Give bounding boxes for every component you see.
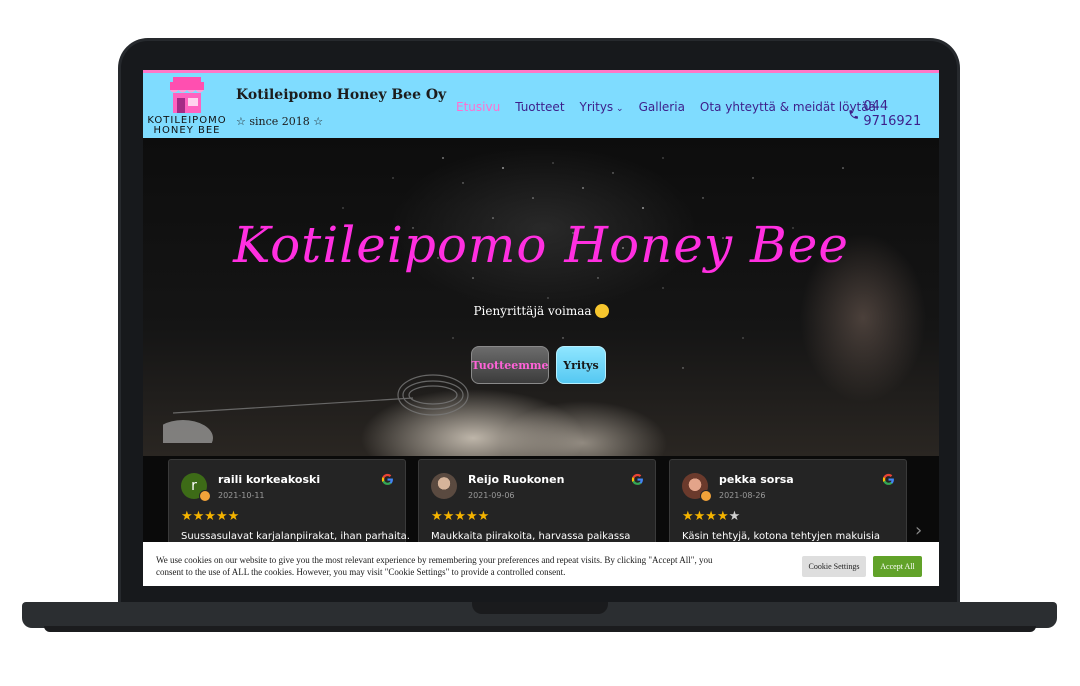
wink-emoji-icon	[594, 304, 609, 318]
phone-icon	[849, 109, 858, 119]
site-tagline: ☆ since 2018 ☆	[236, 115, 324, 128]
website-screen: KOTILEIPOMO HONEY BEE Kotileipomo Honey …	[143, 70, 939, 586]
nav-item-gallery[interactable]: Galleria	[639, 100, 685, 114]
phone-number: 044 9716921	[863, 99, 922, 129]
review-date: 2021-09-06	[468, 491, 515, 500]
chevron-right-icon[interactable]: ›	[915, 520, 922, 541]
logo-text: KOTILEIPOMO HONEY BEE	[147, 115, 227, 136]
review-text: Suussasulavat karjalanpiirakat, ihan par…	[181, 531, 410, 542]
reviewer-name: raili korkeakoski	[218, 473, 321, 486]
review-text: Käsin tehtyjä, kotona tehtyjen makuisia	[682, 531, 881, 542]
rating-stars: ★★★★★	[682, 509, 741, 524]
rating-stars: ★★★★★	[181, 509, 240, 524]
cookie-settings-button[interactable]: Cookie Settings	[802, 556, 866, 577]
review-date: 2021-10-11	[218, 491, 265, 500]
reviewer-name: pekka sorsa	[719, 473, 794, 486]
google-icon	[882, 473, 894, 485]
reviewer-name: Reijo Ruokonen	[468, 473, 565, 486]
shop-logo-icon	[170, 77, 204, 113]
hero-title: Kotileipomo Honey Bee	[233, 216, 849, 274]
site-header: KOTILEIPOMO HONEY BEE Kotileipomo Honey …	[143, 70, 939, 138]
phone-link[interactable]: 044 9716921	[848, 99, 939, 129]
google-icon	[631, 473, 643, 485]
review-text: Maukkaita piirakoita, harvassa paikassa	[431, 531, 631, 542]
review-date: 2021-08-26	[719, 491, 766, 500]
hero-banner: Kotileipomo Honey Bee Pienyrittäjä voima…	[143, 138, 939, 456]
hero-subtitle: Pienyrittäjä voimaa	[143, 304, 939, 318]
nav-item-home[interactable]: Etusivu	[456, 100, 500, 114]
nav-item-products[interactable]: Tuotteet	[515, 100, 564, 114]
chevron-down-icon: ⌄	[613, 104, 624, 114]
rating-stars: ★★★★★	[431, 509, 490, 524]
avatar	[431, 473, 457, 499]
site-title[interactable]: Kotileipomo Honey Bee Oy	[236, 87, 446, 103]
company-button[interactable]: Yritys	[556, 346, 606, 384]
site-logo[interactable]: KOTILEIPOMO HONEY BEE	[143, 73, 231, 138]
laptop-notch	[472, 602, 608, 614]
nav-item-company[interactable]: Yritys ⌄	[580, 100, 624, 114]
accept-all-button[interactable]: Accept All	[873, 556, 922, 577]
local-guide-badge-icon	[700, 490, 712, 502]
main-nav: Etusivu Tuotteet Yritys ⌄ Galleria Ota y…	[456, 100, 876, 114]
cookie-text: We use cookies on our website to give yo…	[156, 555, 713, 577]
local-guide-badge-icon	[199, 490, 211, 502]
cookie-consent-bar: We use cookies on our website to give yo…	[143, 542, 939, 586]
whisk-image	[163, 374, 469, 443]
our-products-button[interactable]: Tuotteemme	[471, 346, 549, 384]
google-icon	[381, 473, 393, 485]
